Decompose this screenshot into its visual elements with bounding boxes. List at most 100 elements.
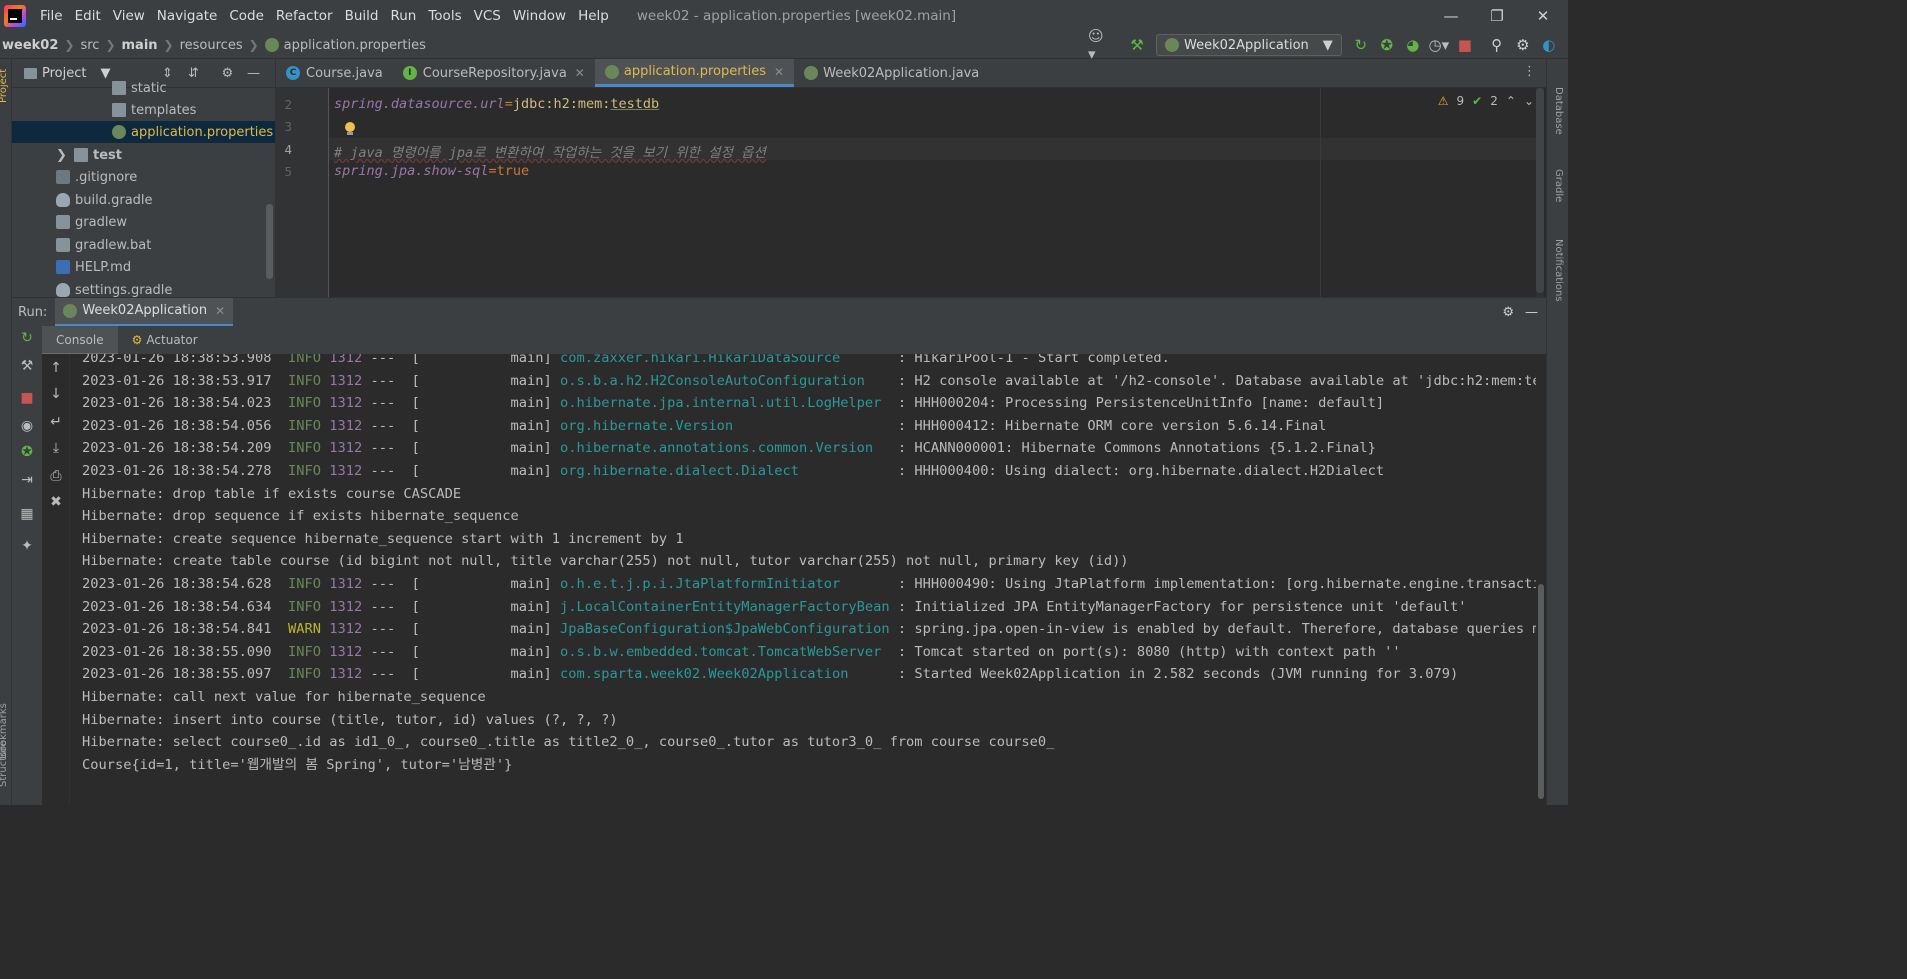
editor-scrollbar[interactable] — [1536, 88, 1544, 297]
soft-wrap-icon[interactable]: ↵ — [41, 414, 71, 430]
stop-icon[interactable]: ■ — [1454, 34, 1476, 56]
menu-vcs[interactable]: VCS — [468, 8, 507, 24]
gradle-tool-tab[interactable]: Gradle — [1553, 169, 1564, 202]
close-icon[interactable]: ✕ — [774, 65, 784, 79]
hide-icon[interactable]: — — [1525, 305, 1538, 320]
tab-actuator[interactable]: ⚙ Actuator — [118, 326, 212, 354]
gear-icon[interactable]: ⚙ — [1502, 305, 1514, 320]
code-with-me-icon[interactable]: ◐ — [1538, 34, 1560, 56]
tab-week02-application-java[interactable]: Week02Application.java — [794, 59, 989, 87]
debug-icon[interactable]: ✪ — [1376, 34, 1398, 56]
tab-course-repository-java[interactable]: I CourseRepository.java ✕ — [393, 59, 595, 87]
rerun-icon[interactable]: ↻ — [12, 330, 42, 346]
tree-item-label: HELP.md — [75, 259, 132, 275]
menu-run[interactable]: Run — [384, 8, 422, 24]
menu-code[interactable]: Code — [223, 8, 270, 24]
hide-icon[interactable]: — — [240, 66, 266, 81]
arrow-up-icon[interactable]: ↑ — [41, 360, 71, 376]
close-icon[interactable]: ✕ — [215, 304, 225, 318]
tree-item-templates[interactable]: templates — [112, 99, 196, 121]
camera-icon[interactable]: ◉ — [12, 418, 42, 434]
wrench-icon[interactable]: ⚒ — [12, 358, 42, 374]
minimize-icon[interactable]: — — [1428, 0, 1474, 32]
window-title: week02 - application.properties [week02.… — [636, 8, 957, 24]
menu-file[interactable]: File — [34, 8, 69, 24]
tree-item-gradlew[interactable]: gradlew — [56, 211, 127, 233]
debug-icon[interactable]: ✪ — [12, 444, 42, 460]
code-editor[interactable]: 2 3 4 5 spring.datasource.url=jdbc:h2:me… — [276, 88, 1546, 297]
project-tool-tab[interactable]: Project — [0, 69, 9, 103]
menu-build[interactable]: Build — [339, 8, 385, 24]
tab-course-java[interactable]: C Course.java — [276, 59, 393, 87]
breadcrumb-resources[interactable]: resources — [180, 38, 243, 53]
coverage-icon[interactable]: ◕ — [1402, 34, 1424, 56]
tree-item-gitignore[interactable]: .gitignore — [56, 166, 137, 188]
database-tool-tab[interactable]: Database — [1553, 87, 1564, 135]
tab-console[interactable]: Console — [42, 326, 118, 354]
gear-icon[interactable]: ⚙ — [214, 66, 240, 81]
pin-icon[interactable]: ✦ — [12, 538, 42, 554]
menu-edit[interactable]: Edit — [69, 8, 107, 24]
tree-item-static[interactable]: static — [112, 77, 167, 99]
breadcrumb-project[interactable]: week02 — [2, 38, 58, 53]
code-line[interactable]: # java 명령어를 jpa로 변환하여 작업하는 것을 보기 위한 설정 옵… — [334, 141, 766, 161]
project-scrollbar[interactable] — [266, 204, 273, 279]
stop-icon[interactable]: ■ — [12, 390, 42, 406]
run-configuration-select[interactable]: Week02Application ▼ — [1156, 34, 1342, 56]
tree-item-application-properties[interactable]: application.properties — [12, 121, 275, 143]
breadcrumb-file[interactable]: application.properties — [284, 38, 426, 53]
tab-application-properties[interactable]: application.properties ✕ — [594, 59, 795, 87]
restore-icon[interactable]: ❐ — [1474, 0, 1520, 32]
menu-tools[interactable]: Tools — [422, 8, 467, 24]
tree-item-settings-gradle[interactable]: settings.gradle — [56, 279, 172, 297]
breadcrumb-src[interactable]: src — [80, 38, 99, 53]
lightbulb-icon[interactable] — [344, 122, 356, 136]
app-logo[interactable] — [4, 5, 26, 27]
log-logger: com.zaxxer.hikari.HikariDataSource — [560, 354, 890, 366]
dropdown-arrow-icon[interactable]: ▼ — [100, 66, 110, 81]
chevron-up-icon[interactable]: ⌃ — [1506, 94, 1516, 108]
profile-icon[interactable]: ◷▾ — [1428, 34, 1450, 56]
search-icon[interactable]: ⚲ — [1486, 34, 1508, 56]
menu-help[interactable]: Help — [572, 8, 615, 24]
log-timestamp: 2023-01-26 18:38:54.841 — [82, 621, 272, 638]
close-icon[interactable]: ✕ — [575, 66, 585, 80]
console-output[interactable]: 2023-01-26 18:38:53.908 INFO 1312 --- [ … — [70, 354, 1536, 805]
ignore-file-icon — [56, 170, 70, 184]
exit-icon[interactable]: ⇥ — [12, 472, 42, 488]
hammer-icon[interactable]: ⚒ — [1126, 34, 1148, 56]
notifications-tool-tab[interactable]: Notifications — [1553, 239, 1564, 302]
tree-item-help-md[interactable]: HELP.md — [56, 256, 131, 278]
trash-icon[interactable]: ✖ — [41, 494, 71, 510]
collapse-all-icon[interactable]: ⇵ — [180, 66, 206, 81]
rerun-icon[interactable]: ↻ — [1350, 34, 1372, 56]
menu-view[interactable]: View — [107, 8, 151, 24]
console-scrollbar[interactable] — [1536, 354, 1546, 805]
log-logger: o.s.b.a.h2.H2ConsoleAutoConfiguration — [560, 372, 890, 389]
project-panel-title[interactable]: Project — [42, 66, 86, 81]
inspection-widget[interactable]: ⚠ 9 ✔ 2 ⌃ ⌄ — [1438, 94, 1534, 108]
breadcrumb-main[interactable]: main — [122, 38, 158, 53]
menu-navigate[interactable]: Navigate — [151, 8, 224, 24]
chevron-right-icon[interactable]: ❯ — [56, 148, 74, 163]
scroll-to-end-icon[interactable]: ⤓ — [41, 440, 71, 456]
run-tab-week02-application[interactable]: Week02Application ✕ — [55, 297, 234, 327]
tree-item-test[interactable]: ❯ test — [56, 144, 122, 166]
arrow-down-icon[interactable]: ↓ — [41, 386, 71, 402]
chevron-down-icon[interactable]: ⌄ — [1524, 94, 1534, 108]
layout-icon[interactable]: ▦ — [12, 506, 42, 522]
print-icon[interactable]: ⎙ — [41, 468, 71, 484]
code-line[interactable]: spring.jpa.show-sql=true — [334, 163, 529, 179]
gear-icon[interactable]: ⚙ — [1512, 34, 1534, 56]
database-link[interactable]: testdb — [610, 96, 659, 112]
tree-item-build-gradle[interactable]: build.gradle — [56, 189, 153, 211]
tree-item-gradlew-bat[interactable]: gradlew.bat — [56, 234, 151, 256]
menu-window[interactable]: Window — [507, 8, 572, 24]
structure-tool-tab[interactable]: Structure — [0, 740, 9, 787]
menu-refactor[interactable]: Refactor — [270, 8, 339, 24]
user-icon[interactable]: ☺▾ — [1088, 27, 1110, 63]
more-tabs-icon[interactable]: ⋮ — [1523, 64, 1536, 79]
code-line[interactable]: spring.datasource.url=jdbc:h2:mem:testdb — [334, 96, 659, 112]
close-icon[interactable]: ✕ — [1520, 0, 1566, 32]
breadcrumb: week02 ❯ src ❯ main ❯ resources ❯ applic… — [0, 38, 426, 53]
